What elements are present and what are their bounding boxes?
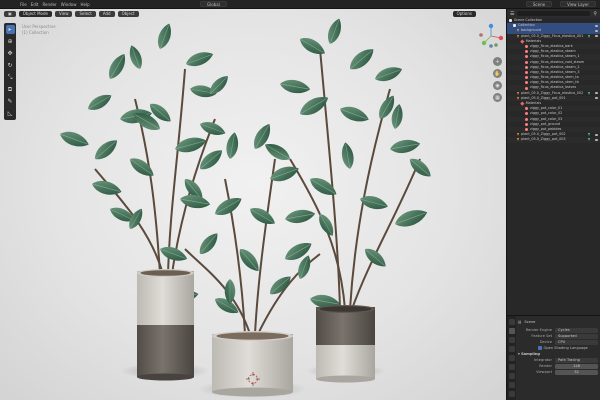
material-icon [525,107,528,111]
object-icon [517,91,519,95]
modifier-icon [588,138,590,142]
properties-context: ▤ Scene [518,319,598,325]
scene-selectors: Scene View Layer [525,1,596,7]
render-tab-icon[interactable] [508,328,515,334]
outliner-row-label: plant_05.0_Ziggy_pot_003 [521,137,566,142]
context-label: Scene [524,320,536,324]
collection-icon [513,24,516,28]
object-icon [517,138,519,142]
scene-render [57,16,435,398]
right-pot [316,305,375,383]
material-tab-icon[interactable] [508,391,515,397]
collection-icon [509,19,512,23]
menu-file[interactable]: File [20,2,27,7]
left-pot [137,269,194,381]
render-samples-label: Render [539,364,552,368]
menu-edit[interactable]: Edit [31,2,39,7]
outliner-editor-icon[interactable]: ☰ [510,11,514,17]
mesh-icon [520,39,525,44]
modifier-icon [588,133,590,137]
scene-context-icon: ▤ [518,320,522,324]
menu-render[interactable]: Render [42,2,56,7]
object-icon [517,133,519,137]
material-icon [525,122,528,126]
left-plant-stems [94,68,216,275]
outliner-search-input[interactable] [517,11,591,16]
outliner-header: ☰ ⚲ [507,9,600,18]
material-icon [525,70,528,74]
material-icon [525,45,528,49]
integrator-dropdown[interactable]: Path Tracing [555,357,598,363]
scene-tab-icon[interactable] [508,355,515,361]
device-label: Device [539,340,552,344]
right-plant-stems [289,48,421,310]
visibility-eye-icon[interactable] [595,92,598,95]
world-tab-icon[interactable] [508,364,515,370]
transform-orientation: Global [200,1,227,7]
object-icon [517,96,519,100]
3d-viewport[interactable]: ▣ Object Mode View Select Add Object Opt… [0,9,506,400]
menu-window[interactable]: Window [61,2,77,7]
material-icon [525,55,528,59]
view-layer-tab-icon[interactable] [508,346,515,352]
visibility-eye-icon[interactable] [595,133,598,136]
viewport-samples-field[interactable]: 32 [555,369,598,375]
mesh-icon [520,101,525,106]
main-menu: File Edit Render Window Help [0,2,90,7]
visibility-eye-icon[interactable] [595,29,598,32]
material-icon [525,81,528,85]
material-icon [525,86,528,90]
visibility-eye-icon[interactable] [595,138,598,141]
output-tab-icon[interactable] [508,337,515,343]
osl-label: Open Shading Language [543,346,588,350]
outliner-row[interactable]: plant_05.0_Ziggy_pot_003 [507,137,600,143]
material-icon [525,76,528,80]
visibility-eye-icon[interactable] [595,97,598,100]
material-icon [525,65,528,69]
feature-set-dropdown[interactable]: Supported [555,333,598,339]
material-icon [525,50,528,54]
object-icon [517,34,519,38]
top-bar: File Edit Render Window Help Global Scen… [0,0,600,9]
visibility-eye-icon[interactable] [595,35,598,38]
integrator-label: Integrator [533,358,552,362]
right-plant-leaves [261,16,435,271]
viewport-samples-label: Viewport [536,370,552,374]
material-icon [525,60,528,64]
feature-set-label: Feature Set [531,334,552,338]
filter-icon[interactable]: ⚲ [593,11,597,17]
render-samples-field[interactable]: 128 [555,363,598,369]
outliner-tree: Scene Collection Collection background plan… [507,18,600,143]
visibility-eye-icon[interactable] [595,24,598,27]
viewport-samples-row: Viewport 32 [518,369,598,375]
render-engine-dropdown[interactable]: Cycles [555,327,598,333]
material-icon [525,128,528,132]
modifier-icon [588,91,590,95]
modifier-icon [588,34,590,38]
menu-help[interactable]: Help [80,2,89,7]
osl-checkbox[interactable] [538,346,542,350]
properties-tabs [507,316,516,400]
tool-tab-icon[interactable] [508,319,515,325]
object-tab-icon[interactable] [508,373,515,379]
material-icon [525,117,528,121]
blender-window: File Edit Render Window Help Global Scen… [0,0,600,400]
material-icon [525,112,528,116]
view-layer-field[interactable]: View Layer [560,1,596,7]
modifier-tab-icon[interactable] [508,382,515,388]
properties-body: ▤ Scene Render Engine Cycles Feature Set… [518,319,598,375]
outliner-panel: ☰ ⚲ Scene Collection Collection background… [506,9,600,315]
center-pot [212,331,293,397]
orientation-dropdown[interactable]: Global [200,1,227,7]
object-icon [517,29,519,33]
properties-panel: ▤ Scene Render Engine Cycles Feature Set… [506,315,600,400]
device-dropdown[interactable]: CPU [555,339,598,345]
render-engine-label: Render Engine [525,328,552,332]
scene-field[interactable]: Scene [525,1,553,7]
